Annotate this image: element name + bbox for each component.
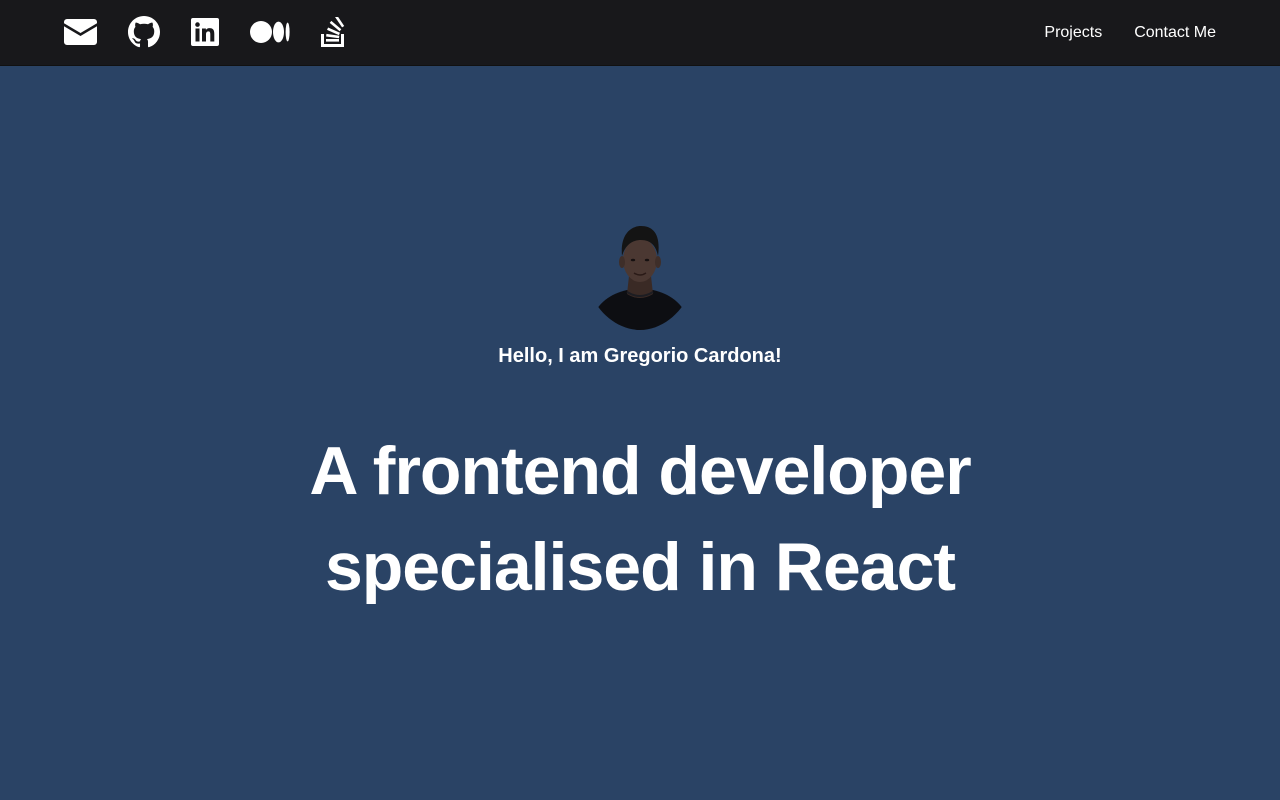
stack-overflow-link[interactable]: [321, 15, 347, 49]
hero-section: Hello, I am Gregorio Cardona! A frontend…: [0, 67, 1280, 800]
stack-overflow-icon: [321, 17, 345, 47]
medium-icon: [250, 21, 290, 43]
email-link[interactable]: [64, 15, 97, 49]
nav-contact-link[interactable]: Contact Me: [1134, 22, 1216, 44]
social-links: [64, 15, 378, 49]
hero-headline: A frontend developer specialised in Reac…: [0, 423, 1280, 615]
linkedin-link[interactable]: [191, 15, 219, 49]
envelope-icon: [64, 19, 97, 45]
linkedin-icon: [191, 18, 219, 46]
medium-link[interactable]: [250, 15, 290, 49]
github-icon: [128, 16, 160, 48]
headline-line-2: specialised in React: [324, 529, 956, 605]
avatar: [591, 226, 689, 330]
top-navbar: Projects Contact Me: [0, 0, 1280, 66]
nav-links: Projects Contact Me: [1012, 22, 1216, 44]
headline-line-1: A frontend developer: [309, 433, 971, 509]
greeting-text: Hello, I am Gregorio Cardona!: [498, 345, 782, 367]
github-link[interactable]: [128, 15, 160, 49]
nav-projects-link[interactable]: Projects: [1044, 22, 1102, 44]
